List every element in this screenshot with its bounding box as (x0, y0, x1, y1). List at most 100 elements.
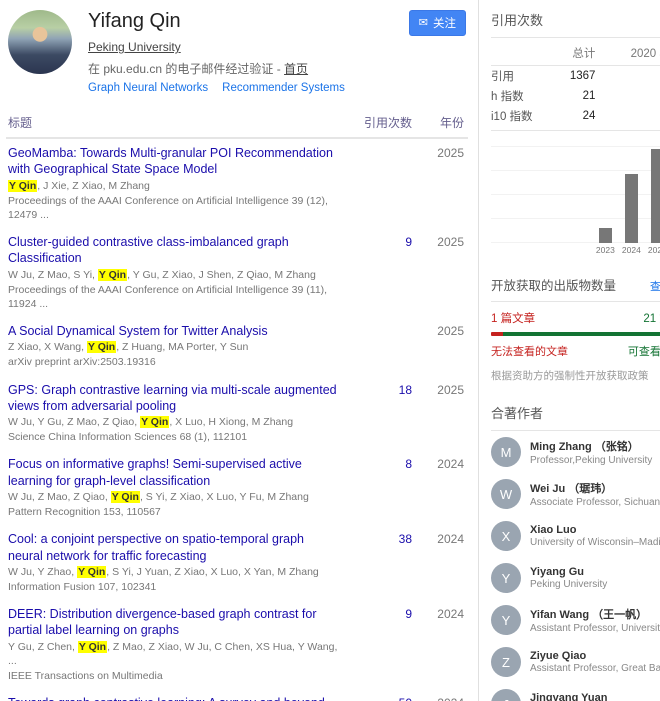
publication-row: GeoMamba: Towards Multi-granular POI Rec… (6, 139, 468, 228)
highlighted-author: Y Qin (140, 416, 169, 428)
available-label: 可查看的文章 (628, 343, 660, 359)
publication-row: Towards graph contrastive learning: A su… (6, 689, 468, 701)
publication-venue: IEEE Transactions on Multimedia (8, 669, 342, 683)
available-count: 21 篇文章 (643, 310, 660, 326)
stats-header-since: 2020 年至今 (595, 40, 660, 66)
publication-venue: Proceedings of the AAAI Conference on Ar… (8, 283, 342, 311)
profile-header: Yifang Qin Peking University 在 pku.edu.c… (6, 8, 468, 104)
publication-title-link[interactable]: GeoMamba: Towards Multi-granular POI Rec… (8, 145, 342, 178)
coauthor-row[interactable]: Y Yifan Wang （王一帆） Assistant Professor, … (491, 599, 660, 641)
coauthor-row[interactable]: J Jingyang Yuan Peking University › (491, 683, 660, 701)
chart-bar-2025[interactable]: 2025 (651, 147, 660, 243)
publication-venue: Science China Information Sciences 68 (1… (8, 430, 342, 444)
publication-row: Cool: a conjoint perspective on spatio-t… (6, 525, 468, 600)
coauthor-name-link[interactable]: Xiao Luo (530, 524, 660, 536)
publication-title-link[interactable]: Cool: a conjoint perspective on spatio-t… (8, 531, 342, 564)
coauthor-name-link[interactable]: Jingyang Yuan (530, 692, 660, 701)
homepage-link[interactable]: 首页 (284, 62, 308, 76)
coauthor-avatar: M (491, 437, 521, 467)
x-axis-tick-label: 2025 (648, 245, 660, 255)
cited-by-count[interactable]: 18 (350, 382, 412, 445)
open-access-note: 根据资助方的强制性开放获取政策 (491, 369, 660, 383)
publication-title-link[interactable]: A Social Dynamical System for Twitter An… (8, 323, 342, 339)
coauthor-row[interactable]: X Xiao Luo University of Wisconsin–Madis… (491, 515, 660, 557)
coauthor-row[interactable]: W Wei Ju （琚玮） Associate Professor, Sichu… (491, 473, 660, 515)
publication-row: Focus on informative graphs! Semi-superv… (6, 450, 468, 525)
coauthor-avatar: X (491, 521, 521, 551)
column-header-year[interactable]: 年份 (412, 114, 468, 131)
highlighted-author: Y Qin (77, 566, 106, 578)
publication-title-link[interactable]: Towards graph contrastive learning: A su… (8, 695, 342, 701)
publication-title-link[interactable]: Cluster-guided contrastive class-imbalan… (8, 234, 342, 267)
publication-title-link[interactable]: GPS: Graph contrastive learning via mult… (8, 382, 342, 415)
publication-year: 2025 (412, 234, 468, 311)
cited-by-count[interactable] (350, 323, 412, 370)
coauthor-name-link[interactable]: Yiyang Gu (530, 566, 660, 578)
chart-bar-2023[interactable]: 2023 (599, 147, 612, 243)
coauthor-affiliation: Peking University (530, 579, 660, 590)
coauthor-row[interactable]: M Ming Zhang （张铭） Professor,Peking Unive… (491, 431, 660, 473)
open-access-labels: 无法查看的文章 可查看的文章 (491, 343, 660, 359)
open-access-counts: 1 篇文章 21 篇文章 (491, 310, 660, 326)
publication-title-link[interactable]: Focus on informative graphs! Semi-superv… (8, 456, 342, 489)
column-header-title[interactable]: 标题 (8, 114, 350, 131)
coauthors-panel: 合著作者 M Ming Zhang （张铭） Professor,Peking … (491, 403, 660, 701)
coauthor-avatar: W (491, 479, 521, 509)
profile-photo[interactable] (8, 10, 72, 74)
citations-heading[interactable]: 引用次数 (491, 10, 660, 37)
coauthor-avatar: Y (491, 605, 521, 635)
follow-button[interactable]: ✉ 关注 (409, 10, 466, 36)
open-access-panel: 开放获取的出版物数量 查看全部 1 篇文章 21 篇文章 无法查看的文章 可查看… (491, 275, 660, 383)
publication-title-link[interactable]: DEER: Distribution divergence-based grap… (8, 606, 342, 639)
cited-by-count[interactable]: 8 (350, 456, 412, 519)
coauthor-avatar: J (491, 689, 521, 701)
publication-venue: Information Fusion 107, 102341 (8, 580, 342, 594)
coauthor-name-link[interactable]: Ziyue Qiao (530, 650, 660, 662)
coauthor-affiliation: Professor,Peking University (530, 455, 660, 466)
publication-venue: Pattern Recognition 153, 110567 (8, 505, 342, 519)
highlighted-author: Y Qin (111, 491, 140, 503)
column-header-cited-by[interactable]: 引用次数 (350, 114, 412, 131)
cited-by-count[interactable]: 38 (350, 531, 412, 594)
coauthor-row[interactable]: Z Ziyue Qiao Assistant Professor, Great … (491, 641, 660, 683)
stats-header-all: 总计 (556, 40, 596, 66)
publication-year: 2024 (412, 456, 468, 519)
coauthor-affiliation: Assistant Professor, Great Bay U... (530, 663, 660, 674)
affiliation-link[interactable]: Peking University (88, 40, 181, 54)
publication-authors: Z Xiao, X Wang, Y Qin, Z Huang, MA Porte… (8, 340, 342, 354)
cited-by-count[interactable]: 9 (350, 606, 412, 683)
coauthor-affiliation: Associate Professor, Sichuan Un... (530, 497, 660, 508)
coauthor-row[interactable]: Y Yiyang Gu Peking University › (491, 557, 660, 599)
publication-year: 2025 (412, 323, 468, 370)
coauthor-avatar: Z (491, 647, 521, 677)
cited-by-count[interactable]: 9 (350, 234, 412, 311)
stats-empty-header (491, 40, 556, 66)
sidebar: 引用次数 总计 2020 年至今 引用13671367h 指数2121i10 指… (478, 0, 660, 701)
cited-by-count[interactable]: 50 (350, 695, 412, 701)
interest-link[interactable]: Recommender Systems (222, 82, 345, 94)
coauthor-name-link[interactable]: Yifan Wang （王一帆） (530, 606, 660, 622)
publications-table-header: 标题 引用次数 年份 (6, 108, 468, 139)
highlighted-author: Y Qin (8, 180, 37, 192)
publication-row: Cluster-guided contrastive class-imbalan… (6, 228, 468, 317)
publication-row: A Social Dynamical System for Twitter An… (6, 317, 468, 376)
coauthor-name-link[interactable]: Wei Ju （琚玮） (530, 480, 660, 496)
view-all-link[interactable]: 查看全部 (650, 278, 660, 294)
interest-link[interactable]: Graph Neural Networks (88, 82, 208, 94)
citation-stat-row: i10 指数2424 (491, 106, 660, 130)
citation-stat-row: h 指数2121 (491, 86, 660, 106)
open-access-heading: 开放获取的出版物数量 (491, 275, 616, 294)
available-bar-segment (503, 332, 660, 336)
chart-plot-area: 2023 2024 2025 (491, 147, 660, 243)
publication-year: 2024 (412, 695, 468, 701)
unavailable-count: 1 篇文章 (491, 310, 535, 326)
coauthor-name-link[interactable]: Ming Zhang （张铭） (530, 438, 660, 454)
publication-row: GPS: Graph contrastive learning via mult… (6, 376, 468, 451)
publication-authors: W Ju, Z Mao, Z Qiao, Y Qin, S Yi, Z Xiao… (8, 490, 342, 504)
cited-by-count[interactable] (350, 145, 412, 222)
publication-authors: Y Gu, Z Chen, Y Qin, Z Mao, Z Xiao, W Ju… (8, 640, 342, 668)
chart-bar-2024[interactable]: 2024 (625, 147, 638, 243)
coauthor-avatar: Y (491, 563, 521, 593)
publication-year: 2024 (412, 606, 468, 683)
publication-year: 2025 (412, 382, 468, 445)
